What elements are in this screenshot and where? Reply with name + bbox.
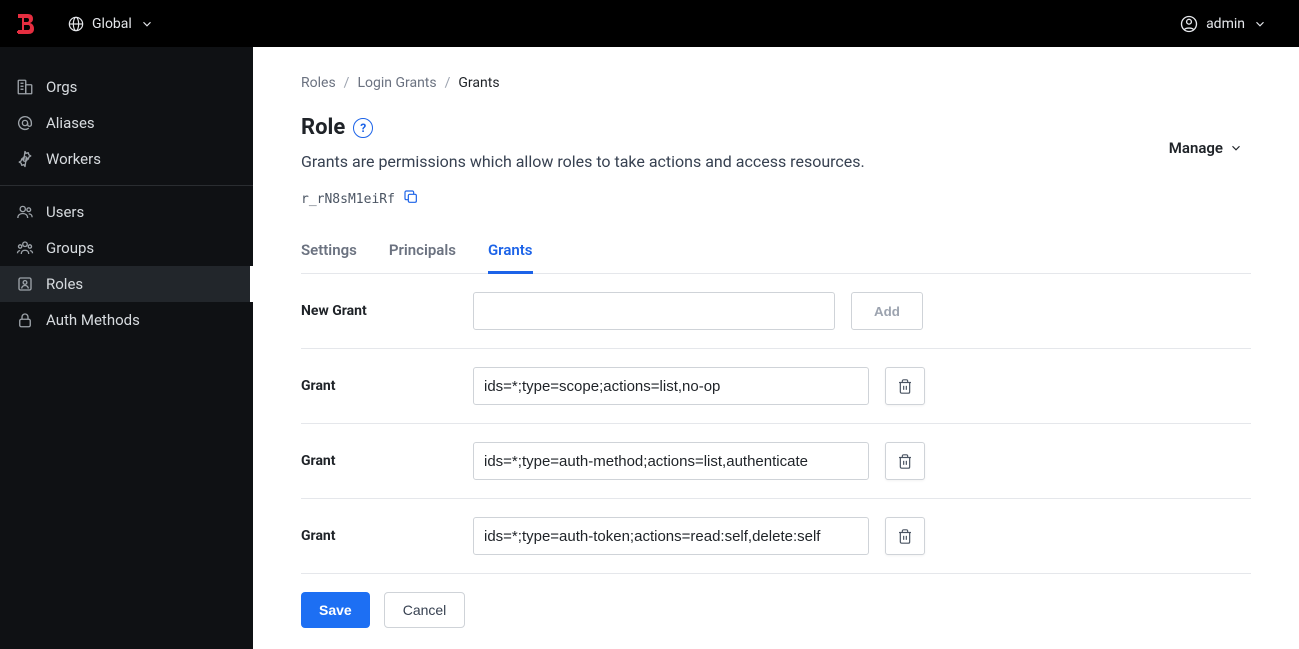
at-icon <box>16 114 34 132</box>
grant-row: Grant <box>301 499 1251 574</box>
sidebar-item-groups[interactable]: Groups <box>0 230 253 266</box>
delete-grant-button[interactable] <box>885 367 925 405</box>
users-icon <box>16 203 34 221</box>
building-icon <box>16 78 34 96</box>
page-subtitle: Grants are permissions which allow roles… <box>301 152 865 171</box>
main-content: Roles / Login Grants / Grants Role ? Gra… <box>253 47 1299 649</box>
lock-icon <box>16 311 34 329</box>
sidebar-item-label: Workers <box>46 150 101 168</box>
grant-row: Grant <box>301 349 1251 424</box>
chevron-down-icon <box>140 17 154 31</box>
breadcrumb-separator: / <box>445 75 451 91</box>
breadcrumb-separator: / <box>344 75 350 91</box>
globe-icon <box>68 16 84 32</box>
tab-settings[interactable]: Settings <box>301 231 357 274</box>
grant-input[interactable] <box>473 517 869 555</box>
sidebar-item-aliases[interactable]: Aliases <box>0 105 253 141</box>
sidebar-item-auth-methods[interactable]: Auth Methods <box>0 302 253 338</box>
breadcrumb-item[interactable]: Roles <box>301 75 336 91</box>
user-circle-icon <box>1180 15 1198 33</box>
sidebar-item-label: Auth Methods <box>46 311 140 329</box>
trash-icon <box>897 453 913 470</box>
sidebar-item-label: Groups <box>46 239 94 257</box>
grant-input[interactable] <box>473 367 869 405</box>
scope-label: Global <box>92 16 132 32</box>
delete-grant-button[interactable] <box>885 517 925 555</box>
copy-icon[interactable] <box>403 189 419 209</box>
sidebar: Orgs Aliases Workers Users <box>0 47 253 649</box>
grant-input[interactable] <box>473 442 869 480</box>
chevron-down-icon <box>1253 17 1267 31</box>
sidebar-item-roles[interactable]: Roles <box>0 266 253 302</box>
sidebar-item-label: Orgs <box>46 78 77 96</box>
help-icon[interactable]: ? <box>353 118 373 138</box>
sidebar-item-users[interactable]: Users <box>0 194 253 230</box>
tab-grants[interactable]: Grants <box>488 231 533 274</box>
id-badge-icon <box>16 275 34 293</box>
manage-label: Manage <box>1169 139 1223 157</box>
breadcrumb-item[interactable]: Login Grants <box>357 75 436 91</box>
grant-label: Grant <box>301 528 473 544</box>
group-icon <box>16 239 34 257</box>
brand-logo[interactable] <box>16 12 36 36</box>
gear-icon <box>16 150 34 168</box>
scope-picker[interactable]: Global <box>60 10 162 38</box>
chevron-down-icon <box>1229 141 1243 155</box>
role-id: r_rN8sM1eiRf <box>301 192 395 207</box>
sidebar-item-orgs[interactable]: Orgs <box>0 69 253 105</box>
user-menu[interactable]: admin <box>1172 9 1275 39</box>
new-grant-input[interactable] <box>473 292 835 330</box>
save-button[interactable]: Save <box>301 592 370 628</box>
add-grant-button[interactable]: Add <box>851 292 923 330</box>
trash-icon <box>897 528 913 545</box>
sidebar-item-label: Roles <box>46 275 83 293</box>
delete-grant-button[interactable] <box>885 442 925 480</box>
tab-principals[interactable]: Principals <box>389 231 456 274</box>
trash-icon <box>897 378 913 395</box>
sidebar-item-workers[interactable]: Workers <box>0 141 253 177</box>
topbar: Global admin <box>0 0 1299 47</box>
page-title: Role <box>301 115 345 140</box>
sidebar-item-label: Users <box>46 203 84 221</box>
grant-label: Grant <box>301 453 473 469</box>
breadcrumb: Roles / Login Grants / Grants <box>301 75 1251 91</box>
grant-row: Grant <box>301 424 1251 499</box>
new-grant-label: New Grant <box>301 303 473 319</box>
sidebar-item-label: Aliases <box>46 114 95 132</box>
breadcrumb-item-current: Grants <box>458 75 499 91</box>
manage-dropdown[interactable]: Manage <box>1161 133 1251 163</box>
user-label: admin <box>1206 16 1245 32</box>
tabs: Settings Principals Grants <box>301 231 1251 274</box>
grant-label: Grant <box>301 378 473 394</box>
new-grant-row: New Grant Add <box>301 274 1251 349</box>
cancel-button[interactable]: Cancel <box>384 592 466 628</box>
